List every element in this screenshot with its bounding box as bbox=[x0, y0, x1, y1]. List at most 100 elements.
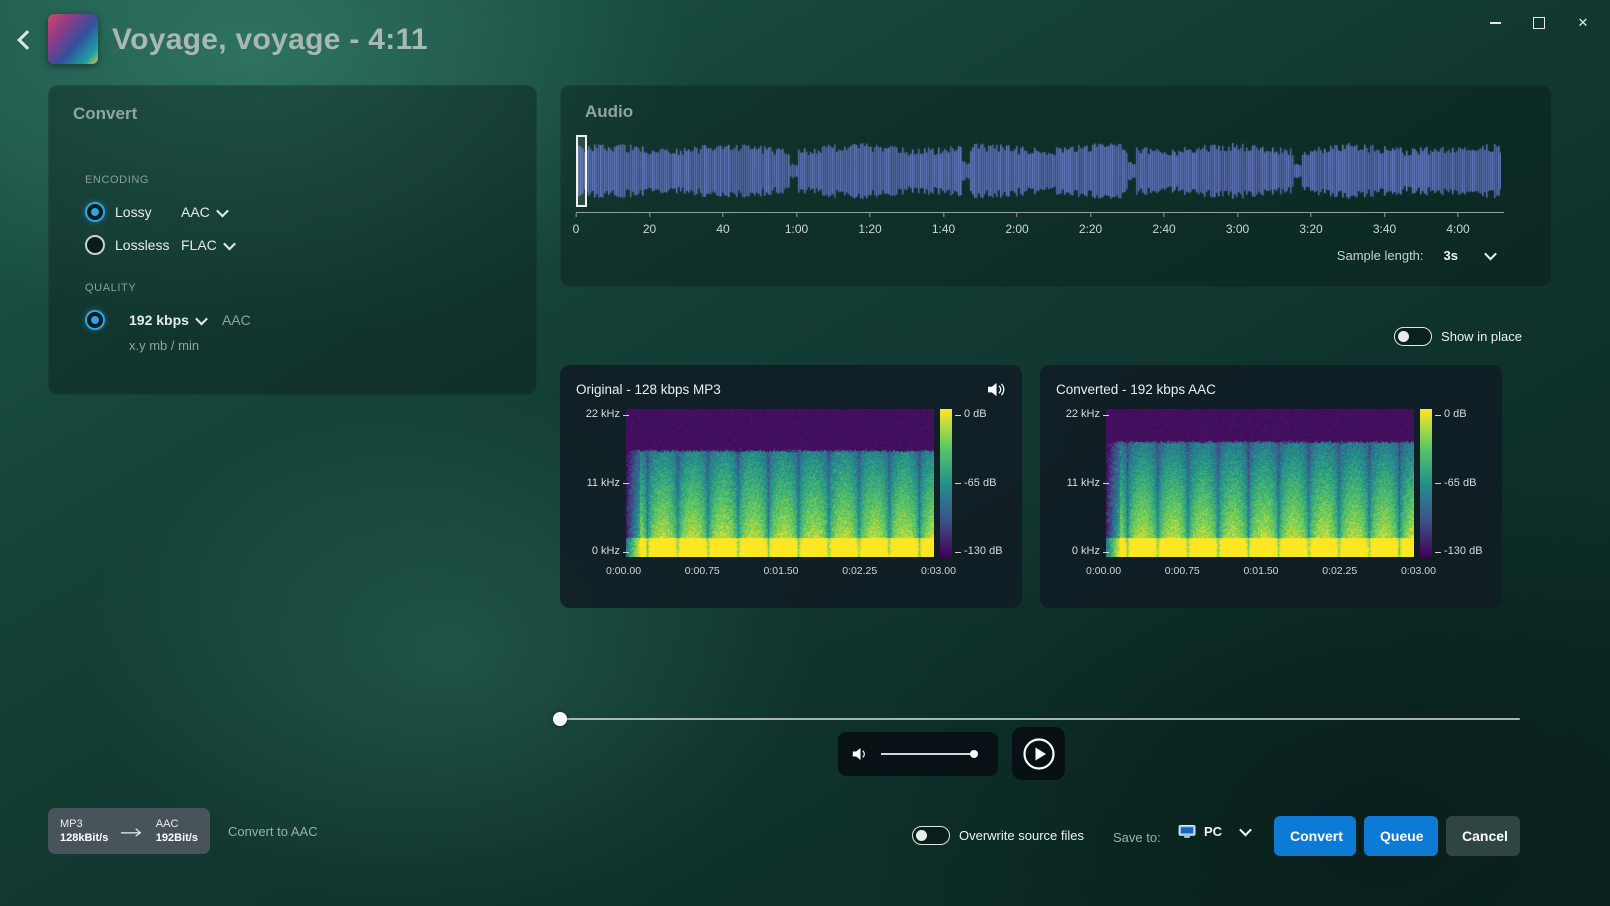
encoding-label: ENCODING bbox=[85, 174, 149, 186]
volume-knob[interactable] bbox=[970, 750, 978, 758]
lossy-codec-value: AAC bbox=[181, 204, 210, 220]
bitrate-dropdown[interactable]: 192 kbps bbox=[129, 312, 206, 328]
close-button[interactable]: ✕ bbox=[1566, 8, 1600, 38]
sample-length-row: Sample length: 3s bbox=[1337, 248, 1495, 263]
waveform-time-tick: 0 bbox=[573, 213, 580, 236]
spec-time-axis: 0:00.00 0:00.75 0:01.50 0:02.25 0:03.00 bbox=[1086, 565, 1436, 581]
spec-time-tick-label: 0:00.75 bbox=[685, 565, 720, 581]
sample-selection-handle[interactable] bbox=[576, 135, 587, 207]
spec-time-tick-label: 0:00.00 bbox=[606, 565, 641, 581]
size-estimate: x.y mb / min bbox=[129, 338, 199, 353]
bitrate-value: 192 kbps bbox=[129, 312, 189, 328]
db-colorbar bbox=[1420, 409, 1432, 557]
spectrogram-original-title: Original - 128 kbps MP3 bbox=[576, 382, 721, 397]
lossy-codec-dropdown[interactable]: AAC bbox=[181, 204, 227, 220]
time-axis: 020401:001:201:402:002:202:403:003:203:4… bbox=[576, 212, 1504, 239]
save-target-value: PC bbox=[1204, 824, 1222, 839]
db-axis: 0 dB-65 dB-130 dB bbox=[958, 409, 1004, 557]
spec-time-tick-label: 0:03.00 bbox=[1401, 565, 1436, 581]
freq-tick-label: 22 kHz bbox=[1066, 409, 1100, 420]
db-tick-label: -130 dB bbox=[1444, 546, 1483, 557]
sample-length-value[interactable]: 3s bbox=[1444, 248, 1458, 263]
waveform-time-tick: 4:00 bbox=[1446, 213, 1469, 236]
back-icon bbox=[17, 30, 37, 50]
speaker-icon[interactable] bbox=[987, 382, 1006, 397]
play-icon bbox=[1021, 736, 1057, 772]
save-to-label: Save to: bbox=[1113, 830, 1161, 845]
sample-length-label: Sample length: bbox=[1337, 248, 1424, 263]
freq-tick-label: 0 kHz bbox=[592, 546, 620, 557]
spec-time-tick-label: 0:02.25 bbox=[1322, 565, 1357, 581]
waveform-time-tick: 1:40 bbox=[932, 213, 955, 236]
app-window: Voyage, voyage - 4:11 ✕ Convert ENCODING… bbox=[0, 0, 1610, 906]
freq-tick-label: 11 kHz bbox=[1067, 478, 1100, 489]
lossy-label: Lossy bbox=[115, 204, 181, 220]
lossless-row: Lossless FLAC bbox=[85, 231, 234, 259]
seek-slider[interactable] bbox=[560, 718, 1520, 720]
quality-codec: AAC bbox=[222, 312, 251, 328]
quality-radio[interactable] bbox=[85, 310, 105, 330]
waveform-time-tick: 3:40 bbox=[1373, 213, 1396, 236]
source-format: MP3 128kBit/s bbox=[60, 817, 108, 845]
spectrogram-original-plot bbox=[626, 409, 934, 557]
cancel-button[interactable]: Cancel bbox=[1446, 816, 1520, 856]
freq-tick-label: 11 kHz bbox=[587, 478, 620, 489]
db-tick-label: -65 dB bbox=[1444, 478, 1476, 489]
chevron-down-icon bbox=[195, 312, 208, 325]
queue-button[interactable]: Queue bbox=[1364, 816, 1438, 856]
waveform-time-tick: 3:00 bbox=[1226, 213, 1249, 236]
waveform-time-tick: 20 bbox=[643, 213, 656, 236]
volume-slider[interactable] bbox=[881, 753, 977, 755]
spec-time-tick-label: 0:01.50 bbox=[1243, 565, 1278, 581]
page-title: Voyage, voyage - 4:11 bbox=[112, 0, 428, 80]
spec-time-tick-label: 0:00.75 bbox=[1165, 565, 1200, 581]
album-art bbox=[48, 14, 98, 64]
chevron-down-icon bbox=[216, 204, 229, 217]
quality-row: 192 kbps AAC bbox=[85, 306, 251, 334]
save-target-dropdown[interactable]: PC bbox=[1178, 824, 1250, 839]
waveform-time-tick: 2:20 bbox=[1079, 213, 1102, 236]
lossy-radio[interactable] bbox=[85, 202, 105, 222]
spec-time-tick-label: 0:03.00 bbox=[921, 565, 956, 581]
overwrite-label: Overwrite source files bbox=[959, 828, 1084, 843]
show-in-place-toggle[interactable] bbox=[1394, 327, 1432, 346]
lossless-radio[interactable] bbox=[85, 235, 105, 255]
lossless-codec-dropdown[interactable]: FLAC bbox=[181, 237, 234, 253]
overwrite-toggle[interactable] bbox=[912, 826, 950, 845]
spec-time-axis: 0:00.000:00.750:01.500:02.250:03.00 bbox=[606, 565, 956, 581]
audio-panel: Audio 020401:001:201:402:002:202:403:003… bbox=[560, 85, 1552, 287]
target-format: AAC 192Bit/s bbox=[156, 817, 198, 845]
spec-time-tick-label: 0:02.25 bbox=[842, 565, 877, 581]
waveform[interactable] bbox=[576, 141, 1501, 201]
close-icon: ✕ bbox=[1578, 15, 1589, 31]
convert-description: Convert to AAC bbox=[228, 824, 318, 839]
waveform-time-tick: 2:00 bbox=[1005, 213, 1028, 236]
chevron-down-icon[interactable] bbox=[1484, 248, 1497, 261]
freq-tick-label: 0 kHz bbox=[1072, 546, 1100, 557]
minimize-button[interactable] bbox=[1478, 8, 1512, 38]
seek-knob[interactable] bbox=[553, 712, 567, 726]
maximize-button[interactable] bbox=[1522, 8, 1556, 38]
chevron-down-icon bbox=[223, 237, 236, 250]
db-colorbar bbox=[940, 409, 952, 557]
maximize-icon bbox=[1533, 17, 1545, 29]
waveform-time-tick: 3:20 bbox=[1299, 213, 1322, 236]
convert-button[interactable]: Convert bbox=[1274, 816, 1356, 856]
waveform-time-tick: 2:40 bbox=[1152, 213, 1175, 236]
arrow-right-icon bbox=[120, 825, 144, 837]
back-button[interactable] bbox=[10, 24, 44, 58]
db-tick-label: -65 dB bbox=[964, 478, 996, 489]
spectrogram-card-converted: Converted - 192 kbps AAC 22 kHz11 kHz0 k… bbox=[1040, 365, 1502, 608]
computer-icon bbox=[1178, 824, 1197, 839]
play-button[interactable] bbox=[1012, 727, 1065, 780]
conversion-badge: MP3 128kBit/s AAC 192Bit/s bbox=[48, 808, 210, 854]
speaker-icon[interactable] bbox=[852, 747, 869, 761]
waveform-time-tick: 40 bbox=[716, 213, 729, 236]
chevron-down-icon bbox=[1239, 824, 1252, 837]
lossy-row: Lossy AAC bbox=[85, 198, 227, 226]
db-tick-label: -130 dB bbox=[964, 546, 1003, 557]
db-axis: 0 dB-65 dB-130 dB bbox=[1438, 409, 1484, 557]
lossless-codec-value: FLAC bbox=[181, 237, 217, 253]
spec-time-tick-label: 0:00.00 bbox=[1086, 565, 1121, 581]
convert-panel-title: Convert bbox=[73, 104, 137, 124]
